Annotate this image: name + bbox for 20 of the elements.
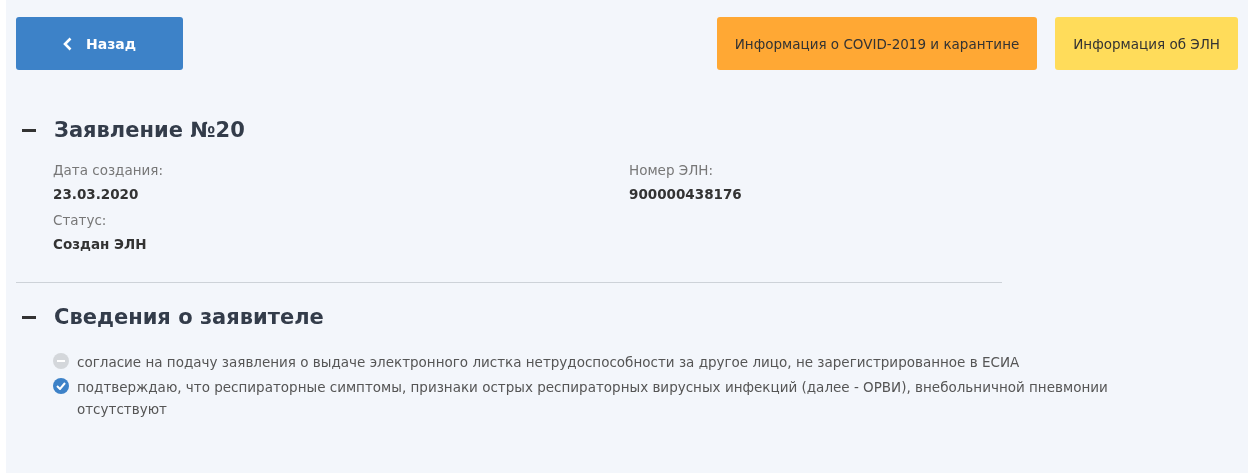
collapse-toggle[interactable] bbox=[22, 128, 36, 132]
field-label: Номер ЭЛН: bbox=[629, 162, 715, 178]
field-label: Статус: bbox=[53, 212, 108, 228]
checkbox[interactable] bbox=[53, 353, 69, 369]
consent-text: подтверждаю, что респираторные симптомы, признаки острых респираторных вирусных инфекций (далее - ОРВИ), внебольничной пневмонии отсутствуют bbox=[77, 378, 1109, 419]
info-button[interactable]: Информация о COVID-2019 и карантине bbox=[716, 17, 1038, 70]
check-icon bbox=[56, 382, 66, 390]
dash-icon bbox=[57, 360, 65, 362]
chevron-left-icon bbox=[62, 36, 72, 51]
field-value: 23.03.2020 bbox=[53, 186, 140, 202]
checkbox[interactable] bbox=[53, 378, 69, 394]
section-title: Сведения о заявителе bbox=[54, 305, 324, 329]
info-button[interactable]: Информация об ЭЛН bbox=[1055, 17, 1238, 70]
field-label: Дата создания: bbox=[53, 162, 164, 178]
field-value: Создан ЭЛН bbox=[53, 236, 148, 252]
field-value: 900000438176 bbox=[629, 186, 743, 202]
back-button[interactable]: Назад bbox=[16, 17, 183, 70]
consent-text: согласие на подачу заявления о выдаче электронного листка нетрудоспособности за другое лицо, не зарегистрированное в ЕСИА bbox=[77, 353, 1020, 372]
collapse-toggle[interactable] bbox=[22, 315, 36, 319]
section-title: Заявление №20 bbox=[54, 118, 245, 142]
